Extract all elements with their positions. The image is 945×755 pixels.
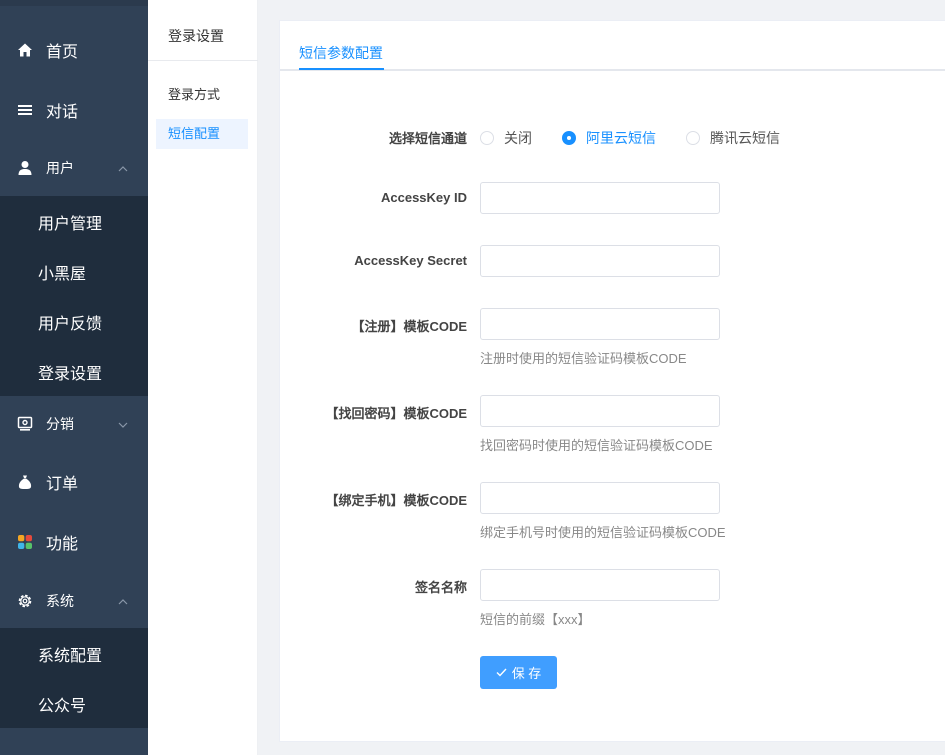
sidebar-item-label: 功能 bbox=[46, 536, 79, 553]
recover-code-hint: 找回密码时使用的短信验证码模板CODE bbox=[480, 438, 713, 453]
radio-off[interactable]: 关闭 bbox=[480, 128, 532, 148]
register-code-label: 【注册】模板CODE bbox=[351, 319, 467, 334]
signature-label: 签名名称 bbox=[414, 580, 467, 595]
save-button-label: 保 存 bbox=[511, 666, 542, 681]
recover-code-input[interactable] bbox=[480, 395, 720, 427]
check-icon bbox=[496, 665, 507, 680]
grid-color-icon bbox=[16, 533, 34, 551]
subnav-divider bbox=[148, 60, 258, 61]
gear-icon bbox=[16, 592, 34, 610]
channel-label: 选择短信通道 bbox=[388, 131, 467, 146]
sidebar-item-user[interactable]: 用户 bbox=[0, 148, 148, 188]
access-key-id-label: AccessKey ID bbox=[381, 190, 467, 205]
submenu-item-system-config[interactable]: 系统配置 bbox=[0, 642, 148, 666]
bind-phone-code-label: 【绑定手机】模板CODE bbox=[325, 493, 467, 508]
system-submenu: 系统配置 公众号 bbox=[0, 628, 148, 728]
sidebar-item-distribution[interactable]: 分销 bbox=[0, 404, 148, 444]
menu-lines-icon bbox=[16, 101, 34, 119]
settings-subnav: 登录设置 登录方式 短信配置 bbox=[148, 0, 258, 755]
recover-code-label: 【找回密码】模板CODE bbox=[325, 406, 467, 421]
chevron-down-icon bbox=[118, 415, 128, 433]
sms-config-card: 短信参数配置 选择短信通道 关闭 阿里云短信 腾讯云短信 AccessKey I… bbox=[279, 20, 945, 742]
save-button[interactable]: 保 存 bbox=[480, 656, 557, 689]
sidebar-item-label: 分销 bbox=[46, 416, 74, 432]
radio-label: 关闭 bbox=[504, 130, 532, 146]
sidebar-item-label: 用户 bbox=[46, 160, 74, 176]
radio-dot-selected bbox=[562, 131, 576, 145]
user-icon bbox=[16, 159, 34, 177]
sidebar-item-home[interactable]: 首页 bbox=[0, 30, 148, 70]
sidebar-item-label: 系统 bbox=[46, 593, 74, 609]
sidebar-top-strip bbox=[0, 0, 148, 6]
register-code-hint: 注册时使用的短信验证码模板CODE bbox=[480, 351, 687, 366]
signature-hint: 短信的前缀【xxx】 bbox=[480, 612, 591, 627]
radio-dot bbox=[480, 131, 494, 145]
submenu-item-login-settings[interactable]: 登录设置 bbox=[0, 360, 148, 384]
sidebar-item-system[interactable]: 系统 bbox=[0, 581, 148, 621]
user-submenu: 用户管理 小黑屋 用户反馈 登录设置 bbox=[0, 196, 148, 396]
signature-input[interactable] bbox=[480, 569, 720, 601]
register-code-input[interactable] bbox=[480, 308, 720, 340]
subnav-item-sms-config[interactable]: 短信配置 bbox=[156, 119, 248, 149]
sidebar-item-label: 首页 bbox=[46, 44, 79, 61]
radio-label: 阿里云短信 bbox=[586, 130, 656, 146]
tab-sms-params[interactable]: 短信参数配置 bbox=[299, 43, 383, 63]
access-key-secret-input[interactable] bbox=[480, 245, 720, 277]
chevron-up-icon bbox=[118, 592, 128, 610]
bind-phone-code-hint: 绑定手机号时使用的短信验证码模板CODE bbox=[480, 525, 726, 540]
distribution-icon bbox=[16, 415, 34, 433]
sidebar-item-features[interactable]: 功能 bbox=[0, 522, 148, 562]
access-key-id-input[interactable] bbox=[480, 182, 720, 214]
sidebar-item-chat[interactable]: 对话 bbox=[0, 90, 148, 130]
sidebar-item-label: 订单 bbox=[46, 476, 79, 493]
money-bag-icon bbox=[16, 473, 34, 491]
sidebar-item-label: 对话 bbox=[46, 104, 79, 121]
sidebar: 首页 对话 用户 用户管理 小黑屋 用户反馈 登录设置 分销 订单 功能 系统 … bbox=[0, 0, 148, 755]
radio-label: 腾讯云短信 bbox=[710, 130, 780, 146]
subnav-item-login-method[interactable]: 登录方式 bbox=[156, 80, 248, 110]
home-icon bbox=[16, 41, 34, 59]
submenu-item-feedback[interactable]: 用户反馈 bbox=[0, 310, 148, 334]
chevron-up-icon bbox=[118, 159, 128, 177]
submenu-item-user-management[interactable]: 用户管理 bbox=[0, 210, 148, 234]
submenu-item-blacklist[interactable]: 小黑屋 bbox=[0, 260, 148, 284]
radio-aliyun[interactable]: 阿里云短信 bbox=[562, 128, 656, 148]
subnav-title: 登录设置 bbox=[168, 28, 224, 44]
submenu-item-official-account[interactable]: 公众号 bbox=[0, 692, 148, 716]
sidebar-item-orders[interactable]: 订单 bbox=[0, 462, 148, 502]
radio-tencent[interactable]: 腾讯云短信 bbox=[686, 128, 780, 148]
tab-bar: 短信参数配置 bbox=[280, 21, 945, 71]
radio-dot bbox=[686, 131, 700, 145]
bind-phone-code-input[interactable] bbox=[480, 482, 720, 514]
access-key-secret-label: AccessKey Secret bbox=[354, 253, 467, 268]
tab-active-indicator bbox=[299, 68, 384, 70]
